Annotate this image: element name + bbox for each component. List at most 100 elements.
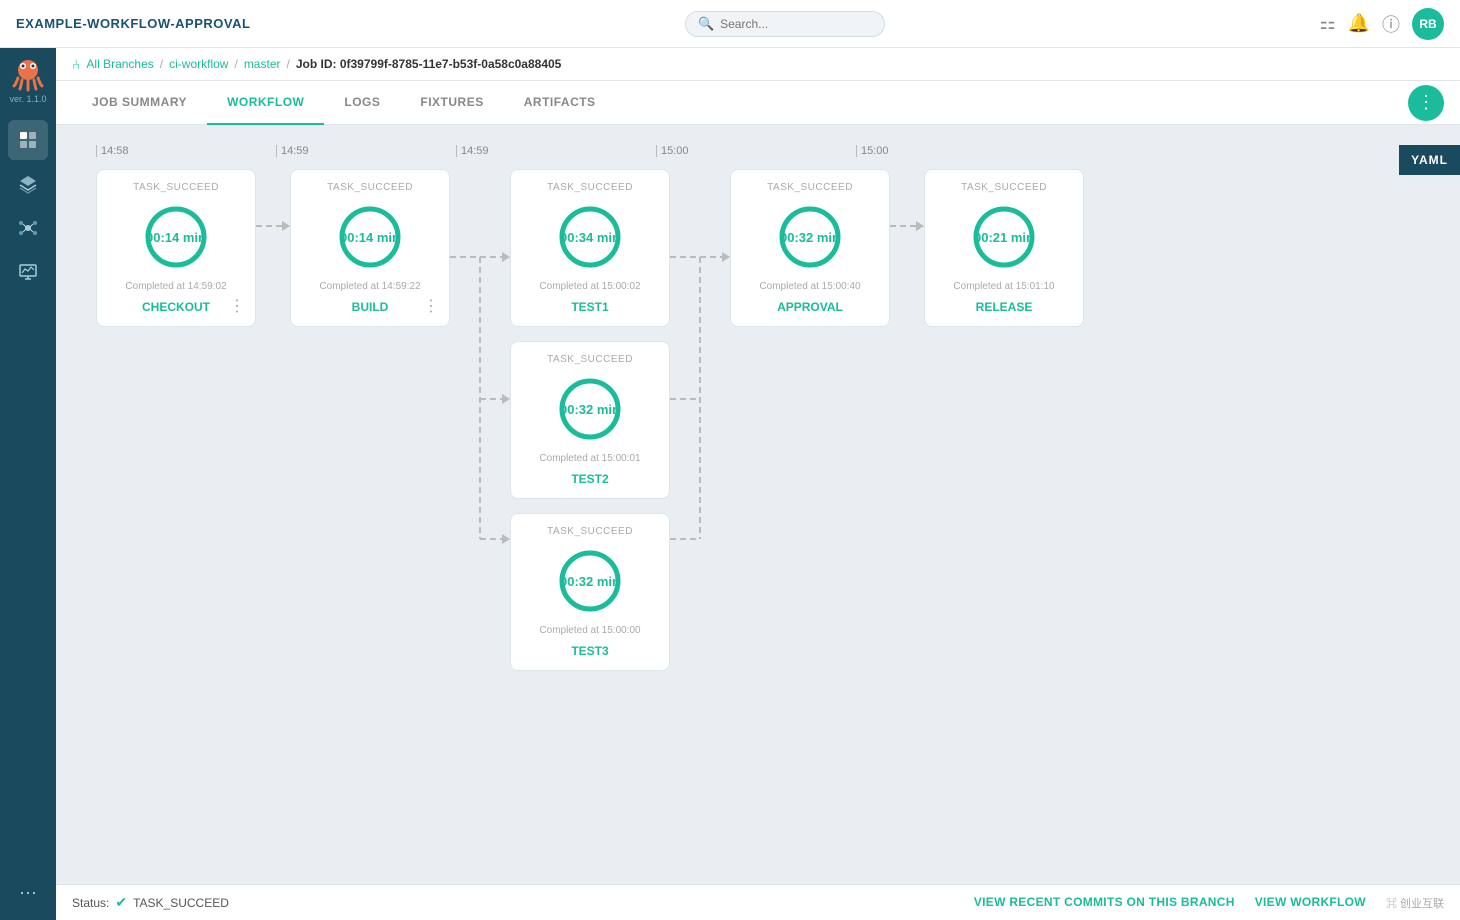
breadcrumb-all-branches[interactable]: All Branches	[86, 57, 153, 71]
branch-icon: ⑃	[72, 56, 80, 72]
test1-time: 00:34 min	[560, 230, 620, 245]
status-bar: Status: ✔ TASK_SUCCEED VIEW RECENT COMMI…	[56, 884, 1460, 920]
build-col: TASK_SUCCEED 00:14 min Completed at 14:5…	[290, 169, 450, 327]
tab-logs[interactable]: LOGS	[324, 81, 400, 125]
sidebar-item-dashboard[interactable]	[8, 120, 48, 160]
view-commits-link[interactable]: VIEW RECENT COMMITS ON THIS BRANCH	[974, 895, 1235, 911]
checkout-name[interactable]: CHECKOUT	[142, 300, 210, 314]
search-bar[interactable]: 🔍	[685, 11, 885, 37]
timeline-t4: 15:00	[656, 145, 856, 157]
sidebar-version: ver. 1.1.0	[9, 94, 46, 104]
status-check-icon: ✔	[115, 894, 127, 911]
release-card[interactable]: TASK_SUCCEED 00:21 min Completed at 15:0…	[924, 169, 1084, 327]
test2-circle: 00:32 min	[554, 373, 626, 445]
sidebar-item-monitor[interactable]	[8, 252, 48, 292]
app-logo	[10, 56, 46, 92]
sidebar-more[interactable]: ⋯	[19, 883, 37, 904]
approval-status: TASK_SUCCEED	[767, 182, 853, 193]
release-completed: Completed at 15:01:10	[953, 281, 1054, 292]
test2-status: TASK_SUCCEED	[547, 354, 633, 365]
timeline-row: 14:58 14:59 14:59 15:00 15:00	[76, 145, 1440, 157]
sidebar-item-layers[interactable]	[8, 164, 48, 204]
sidebar-item-network[interactable]	[8, 208, 48, 248]
tab-artifacts[interactable]: ARTIFACTS	[504, 81, 616, 125]
search-input[interactable]	[720, 17, 875, 31]
build-circle: 00:14 min	[334, 201, 406, 273]
app-title: EXAMPLE-WORKFLOW-APPROVAL	[16, 16, 250, 31]
test1-card[interactable]: TASK_SUCCEED 00:34 min Completed at 15:0…	[510, 169, 670, 327]
job-id: Job ID: 0f39799f-8785-11e7-b53f-0a58c0a8…	[296, 57, 562, 71]
help-icon[interactable]: ⓘ	[1382, 11, 1400, 37]
release-circle: 00:21 min	[968, 201, 1040, 273]
header-icons: ⚏ 🔔 ⓘ RB	[1319, 8, 1444, 40]
build-status: TASK_SUCCEED	[327, 182, 413, 193]
test2-completed: Completed at 15:00:01	[539, 453, 640, 464]
test1-completed: Completed at 15:00:02	[539, 281, 640, 292]
more-options-button[interactable]: ⋮	[1408, 85, 1444, 121]
notification-icon[interactable]: 🔔	[1348, 13, 1370, 34]
test1-name[interactable]: TEST1	[571, 300, 608, 314]
release-name[interactable]: RELEASE	[976, 300, 1033, 314]
release-status: TASK_SUCCEED	[961, 182, 1047, 193]
checkout-col: TASK_SUCCEED 00:14 min Completed at 14:5…	[96, 169, 256, 327]
status-text: Status: ✔ TASK_SUCCEED	[72, 894, 229, 911]
workflow-canvas[interactable]: YAML 14:58 14:59 14:59 15:00 15:00	[56, 125, 1460, 884]
test2-time: 00:32 min	[560, 402, 620, 417]
breadcrumb-sep1: /	[160, 57, 163, 71]
test1-status: TASK_SUCCEED	[547, 182, 633, 193]
checkout-status: TASK_SUCCEED	[133, 182, 219, 193]
test3-time: 00:32 min	[560, 574, 620, 589]
arrow-1	[256, 221, 290, 231]
workflow-main: TASK_SUCCEED 00:14 min Completed at 14:5…	[76, 169, 1440, 671]
timeline-t1: 14:58	[96, 145, 276, 157]
brand-watermark: ⌘ 创业互联	[1386, 895, 1444, 911]
search-icon: 🔍	[698, 16, 714, 32]
approval-circle: 00:32 min	[774, 201, 846, 273]
timeline-t3: 14:59	[456, 145, 656, 157]
breadcrumb-sep2: /	[234, 57, 237, 71]
breadcrumb-sep3: /	[287, 57, 290, 71]
filter-icon[interactable]: ⚏	[1319, 13, 1335, 34]
status-value: TASK_SUCCEED	[133, 896, 229, 910]
checkout-time: 00:14 min	[146, 230, 206, 245]
build-card[interactable]: TASK_SUCCEED 00:14 min Completed at 14:5…	[290, 169, 450, 327]
checkout-circle: 00:14 min	[140, 201, 212, 273]
checkout-card[interactable]: TASK_SUCCEED 00:14 min Completed at 14:5…	[96, 169, 256, 327]
release-time: 00:21 min	[974, 230, 1034, 245]
approval-name[interactable]: APPROVAL	[777, 300, 843, 314]
yaml-button[interactable]: YAML	[1399, 145, 1460, 175]
arrow-3	[890, 221, 924, 231]
build-menu[interactable]: ⋮	[423, 296, 439, 316]
build-name[interactable]: BUILD	[352, 300, 389, 314]
tab-fixtures[interactable]: FIXTURES	[400, 81, 503, 125]
status-label: Status:	[72, 896, 109, 910]
avatar[interactable]: RB	[1412, 8, 1444, 40]
test3-status: TASK_SUCCEED	[547, 526, 633, 537]
tab-job-summary[interactable]: JOB SUMMARY	[72, 81, 207, 125]
test3-name[interactable]: TEST3	[571, 644, 608, 658]
approval-col: TASK_SUCCEED 00:32 min Completed at 15:0…	[730, 169, 890, 327]
breadcrumb-ci-workflow[interactable]: ci-workflow	[169, 57, 228, 71]
test2-card[interactable]: TASK_SUCCEED 00:32 min Completed at 15:0…	[510, 341, 670, 499]
test-col: TASK_SUCCEED 00:34 min Completed at 15:0…	[510, 169, 670, 671]
tabs-bar: JOB SUMMARY WORKFLOW LOGS FIXTURES ARTIF…	[56, 81, 1460, 125]
breadcrumb-master[interactable]: master	[244, 57, 281, 71]
test3-card[interactable]: TASK_SUCCEED 00:32 min Completed at 15:0…	[510, 513, 670, 671]
timeline-t2: 14:59	[276, 145, 456, 157]
build-time: 00:14 min	[340, 230, 400, 245]
merge-arrows	[670, 169, 730, 629]
tab-workflow[interactable]: WORKFLOW	[207, 81, 324, 125]
checkout-menu[interactable]: ⋮	[229, 296, 245, 316]
view-workflow-link[interactable]: VIEW WORKFLOW	[1255, 895, 1366, 911]
approval-completed: Completed at 15:00:40	[759, 281, 860, 292]
test1-circle: 00:34 min	[554, 201, 626, 273]
build-completed: Completed at 14:59:22	[319, 281, 420, 292]
test2-name[interactable]: TEST2	[571, 472, 608, 486]
checkout-completed: Completed at 14:59:02	[125, 281, 226, 292]
branch-arrows	[450, 169, 510, 629]
test3-circle: 00:32 min	[554, 545, 626, 617]
sidebar: ver. 1.1.0	[0, 48, 56, 920]
sub-header: ⑃ All Branches / ci-workflow / master / …	[56, 48, 1460, 81]
approval-card[interactable]: TASK_SUCCEED 00:32 min Completed at 15:0…	[730, 169, 890, 327]
timeline-t5: 15:00	[856, 145, 1056, 157]
